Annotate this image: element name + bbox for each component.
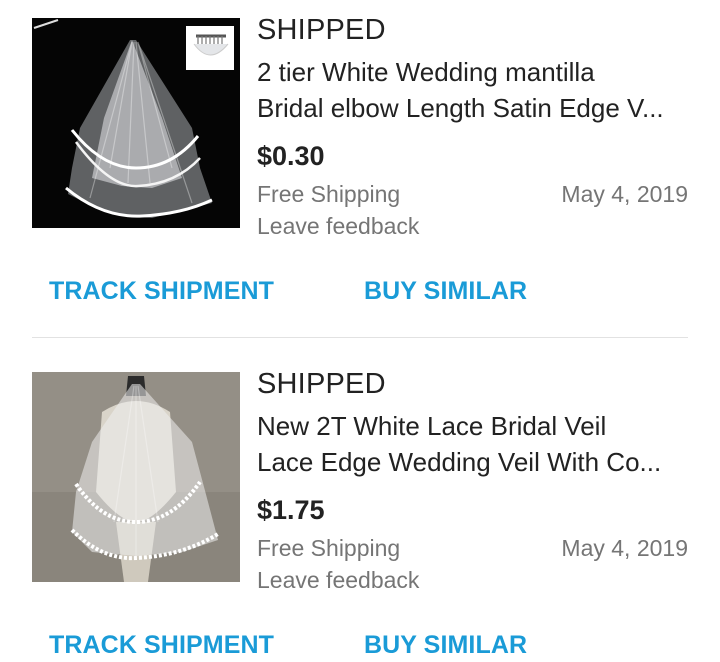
product-image-veil-satin[interactable]: [32, 18, 240, 228]
leave-feedback-link[interactable]: Leave feedback: [257, 566, 419, 594]
item-title[interactable]: 2 tier White Wedding mantilla Bridal elb…: [257, 54, 689, 126]
divider: [32, 337, 688, 338]
buy-similar-button[interactable]: BUY SIMILAR: [364, 630, 527, 660]
order-date: May 4, 2019: [561, 535, 688, 561]
item-price: $0.30: [257, 141, 325, 171]
shipping-info: Free Shipping: [257, 535, 401, 561]
item-title-line-2[interactable]: Lace Edge Wedding Veil With Co...: [257, 444, 689, 480]
track-shipment-button[interactable]: TRACK SHIPMENT: [49, 276, 274, 306]
product-image-veil-lace[interactable]: [32, 372, 240, 582]
order-date: May 4, 2019: [561, 181, 688, 207]
item-title-line-1[interactable]: 2 tier White Wedding mantilla: [257, 54, 689, 90]
item-price: $1.75: [257, 495, 325, 525]
buy-similar-button[interactable]: BUY SIMILAR: [364, 276, 527, 306]
item-title-line-2[interactable]: Bridal elbow Length Satin Edge V...: [257, 90, 689, 126]
shipping-info: Free Shipping: [257, 181, 401, 207]
order-status: SHIPPED: [257, 368, 386, 400]
track-shipment-button[interactable]: TRACK SHIPMENT: [49, 630, 274, 660]
item-title-line-1[interactable]: New 2T White Lace Bridal Veil: [257, 408, 689, 444]
leave-feedback-link[interactable]: Leave feedback: [257, 212, 419, 240]
order-status: SHIPPED: [257, 14, 386, 46]
item-title[interactable]: New 2T White Lace Bridal Veil Lace Edge …: [257, 408, 689, 480]
